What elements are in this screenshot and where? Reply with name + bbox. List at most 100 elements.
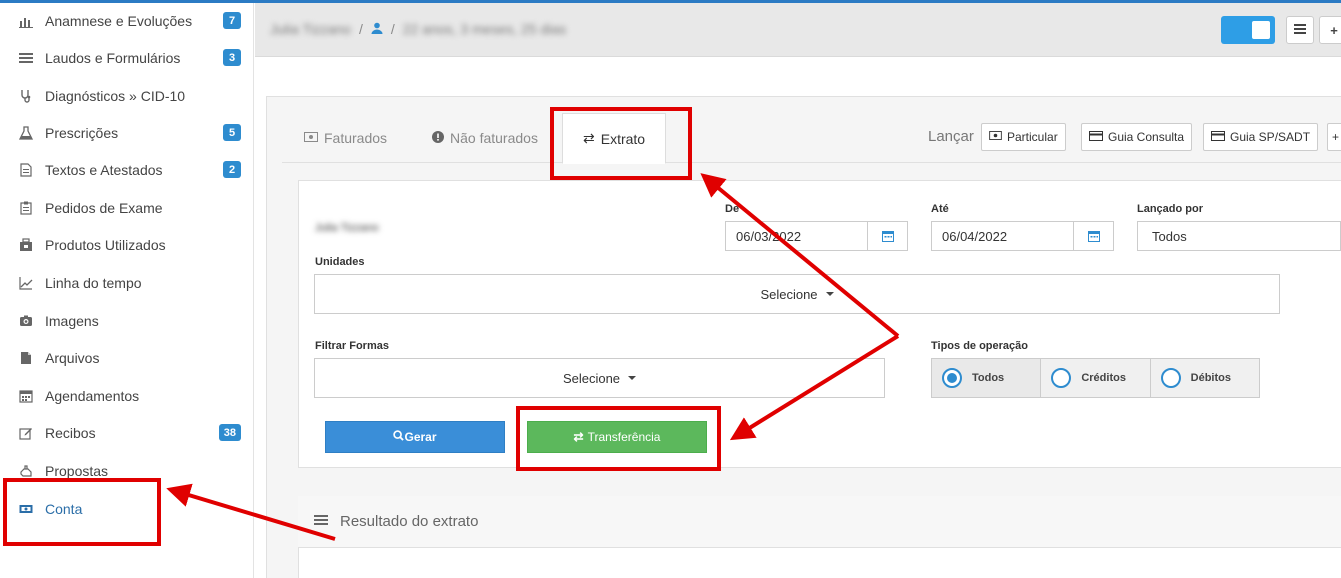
- de-label: De: [725, 203, 740, 215]
- calendar-icon[interactable]: [1073, 222, 1113, 250]
- tab-faturados[interactable]: Faturados: [304, 113, 387, 163]
- unidades-select[interactable]: Selecione: [314, 274, 1280, 314]
- sidebar-item-propostas[interactable]: Propostas: [0, 452, 254, 489]
- sidebar-item-agendamentos[interactable]: Agendamentos: [0, 377, 254, 414]
- gerar-button[interactable]: Gerar: [325, 421, 505, 453]
- sidebar-item-laudos[interactable]: Laudos e Formulários 3: [0, 39, 254, 76]
- list-icon: [18, 50, 34, 66]
- sidebar-item-label: Anamnese e Evoluções: [45, 12, 193, 29]
- stethoscope-icon: [18, 88, 34, 104]
- sidebar-item-label: Agendamentos: [45, 387, 140, 404]
- file-text-icon: [18, 162, 34, 178]
- sidebar: Anamnese e Evoluções 7 Laudos e Formulár…: [0, 0, 254, 578]
- button-label: Particular: [1007, 130, 1058, 144]
- box-icon: [18, 237, 34, 253]
- radio-label: Créditos: [1081, 372, 1126, 384]
- sidebar-item-anamnese[interactable]: Anamnese e Evoluções 7: [0, 2, 254, 39]
- view-toggle[interactable]: [1221, 16, 1275, 44]
- sidebar-item-label: Recibos: [45, 424, 96, 441]
- date-value: 06/03/2022: [736, 228, 802, 244]
- select-value: Todos: [1152, 228, 1187, 244]
- ate-date-input[interactable]: 06/04/2022: [931, 221, 1114, 251]
- filtrar-formas-label: Filtrar Formas: [315, 340, 389, 352]
- sidebar-item-arquivos[interactable]: Arquivos: [0, 339, 254, 376]
- transferencia-button[interactable]: ⇄ Transferência: [527, 421, 707, 453]
- button-label: Transferência: [587, 430, 661, 444]
- bar-chart-icon: [18, 13, 34, 29]
- sidebar-item-label: Textos e Atestados: [45, 161, 163, 178]
- top-accent-line: [0, 0, 1341, 3]
- radio-creditos[interactable]: Créditos: [1041, 359, 1151, 397]
- line-chart-icon: [18, 275, 34, 291]
- sidebar-item-label: Pedidos de Exame: [45, 199, 163, 216]
- sidebar-item-label: Arquivos: [45, 349, 100, 366]
- credit-card-icon: [1211, 130, 1225, 144]
- lancado-por-select[interactable]: Todos: [1137, 221, 1341, 251]
- breadcrumb-separator: /: [390, 21, 395, 37]
- patient-name: Julia Tizzano: [315, 222, 379, 234]
- sidebar-item-conta[interactable]: Conta: [0, 490, 254, 527]
- count-badge: 7: [223, 12, 241, 29]
- button-label: Gerar: [404, 430, 437, 444]
- count-badge: 5: [223, 124, 241, 141]
- caret-down-icon: [825, 292, 834, 296]
- edit-icon: [18, 425, 34, 441]
- breadcrumb: Julia Tizzano / / 22 anos, 3 meses, 25 d…: [270, 21, 566, 37]
- sidebar-item-label: Propostas: [45, 462, 109, 479]
- tab-label: Não faturados: [450, 130, 538, 146]
- patient-age: 22 anos, 3 meses, 25 dias: [402, 21, 567, 37]
- tipos-operacao-radio-group: Todos Créditos Débitos: [931, 358, 1260, 398]
- select-value: Selecione: [562, 370, 621, 386]
- radio-debitos[interactable]: Débitos: [1150, 359, 1259, 397]
- sidebar-item-prescricoes[interactable]: Prescrições 5: [0, 114, 254, 151]
- add-button[interactable]: +: [1319, 16, 1341, 44]
- exchange-icon: ⇄: [573, 430, 584, 444]
- patient-name[interactable]: Julia Tizzano: [270, 21, 351, 37]
- button-label: Guia SP/SADT: [1230, 130, 1311, 144]
- more-options-button[interactable]: +: [1327, 123, 1341, 151]
- tipos-operacao-label: Tipos de operação: [931, 340, 1028, 352]
- breadcrumb-separator: /: [358, 21, 363, 37]
- list-icon: [1294, 23, 1306, 38]
- plus-icon: +: [1332, 130, 1340, 144]
- money-icon: [989, 131, 1002, 143]
- clipboard-icon: [18, 200, 34, 216]
- sidebar-item-produtos[interactable]: Produtos Utilizados: [0, 226, 254, 263]
- sidebar-item-label: Imagens: [45, 312, 99, 329]
- list-view-button[interactable]: [1286, 16, 1314, 44]
- radio-todos[interactable]: Todos: [932, 359, 1042, 397]
- sidebar-item-linha-tempo[interactable]: Linha do tempo: [0, 264, 254, 301]
- exclamation-circle-icon: [432, 130, 444, 146]
- sidebar-item-label: Diagnósticos » CID-10: [45, 87, 186, 104]
- tab-extrato[interactable]: ⇄ Extrato: [562, 113, 667, 164]
- particular-button[interactable]: Particular: [981, 123, 1066, 151]
- lancar-label: Lançar: [928, 128, 974, 145]
- calendar-icon[interactable]: [867, 222, 907, 250]
- caret-down-icon: [628, 376, 637, 380]
- sidebar-item-textos[interactable]: Textos e Atestados 2: [0, 151, 254, 188]
- guia-consulta-button[interactable]: Guia Consulta: [1081, 123, 1193, 151]
- sidebar-item-imagens[interactable]: Imagens: [0, 302, 254, 339]
- radio-unchecked-icon: [1051, 368, 1072, 388]
- select-value: Selecione: [760, 286, 818, 302]
- flask-icon: [18, 125, 34, 141]
- radio-checked-icon: [942, 368, 962, 388]
- de-date-input[interactable]: 06/03/2022: [725, 221, 908, 251]
- tab-label: Extrato: [600, 130, 646, 147]
- sidebar-item-diagnosticos[interactable]: Diagnósticos » CID-10: [0, 77, 254, 114]
- guia-sp-sadt-button[interactable]: Guia SP/SADT: [1203, 123, 1319, 151]
- money-icon: [304, 131, 318, 145]
- tab-nao-faturados[interactable]: Não faturados: [432, 113, 538, 163]
- sidebar-item-label: Produtos Utilizados: [45, 236, 166, 253]
- hand-icon: [18, 463, 34, 479]
- radio-label: Todos: [972, 372, 1005, 384]
- resultado-title: Resultado do extrato: [340, 513, 479, 530]
- count-badge: 2: [223, 161, 241, 178]
- sidebar-item-pedidos-exame[interactable]: Pedidos de Exame: [0, 189, 254, 226]
- sidebar-item-label: Linha do tempo: [45, 274, 142, 291]
- sidebar-item-recibos[interactable]: Recibos 38: [0, 414, 254, 451]
- patient-header: Julia Tizzano / / 22 anos, 3 meses, 25 d…: [255, 3, 1341, 57]
- date-value: 06/04/2022: [942, 228, 1008, 244]
- exchange-icon: ⇄: [583, 130, 595, 146]
- filtrar-formas-select[interactable]: Selecione: [314, 358, 885, 398]
